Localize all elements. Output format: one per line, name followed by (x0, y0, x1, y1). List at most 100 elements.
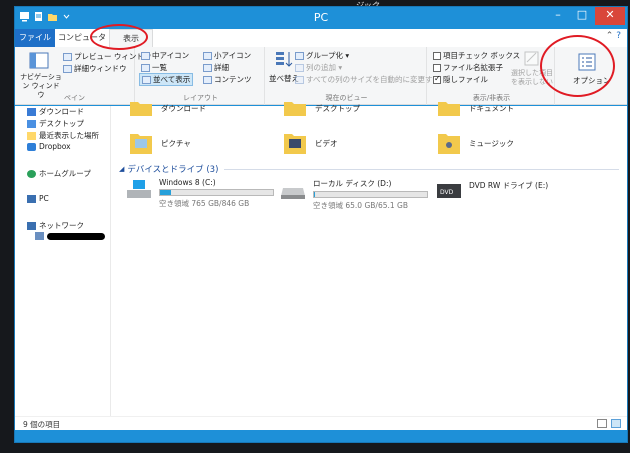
sort-by-icon[interactable] (275, 50, 293, 73)
details-pane-button[interactable]: 詳細ウィンドウ (63, 63, 127, 74)
nav-item-recent[interactable]: 最近表示した場所 (27, 130, 99, 141)
folder-icon (284, 102, 306, 116)
hidden-items-checkbox[interactable] (433, 74, 441, 84)
drive-e[interactable]: DVD DVD RW ドライブ (E:) (435, 178, 548, 202)
collapse-arrow-icon[interactable]: ◢ (119, 165, 124, 173)
hidden-items-option[interactable]: 隠しファイル (433, 74, 488, 85)
folder-label: ミュージック (469, 138, 514, 148)
folder-label: ダウンロード (161, 103, 206, 113)
nav-item-pc[interactable]: PC (27, 194, 49, 203)
tiles-label: 並べて表示 (153, 75, 191, 84)
tab-view[interactable]: 表示 (109, 29, 153, 47)
navigation-pane-icon[interactable] (29, 51, 49, 74)
file-extensions-checkbox[interactable] (433, 63, 441, 72)
group-by-button[interactable]: グループ化 ▾ (295, 50, 349, 61)
folder-desktop[interactable]: デスクトップ (283, 99, 360, 117)
desktop-icon (27, 119, 36, 128)
size-all-columns-label: すべての列のサイズを自動的に変更する (306, 75, 440, 84)
dvd-badge: DVD (440, 189, 454, 196)
tiles-button[interactable]: 並べて表示 (139, 73, 194, 86)
network-icon (27, 221, 36, 230)
add-columns-button[interactable]: 列の追加 ▾ (295, 62, 342, 73)
nav-item-label: Dropbox (39, 142, 71, 151)
folder-documents[interactable]: ドキュメント (437, 99, 514, 117)
item-checkboxes-label: 項目チェック ボックス (443, 51, 521, 60)
nav-item-network-computer[interactable] (35, 232, 105, 240)
recent-places-icon (27, 131, 36, 140)
devices-section-header[interactable]: ◢ デバイスとドライブ (3) (119, 163, 619, 175)
options-icon[interactable] (578, 53, 596, 74)
title-bar: PC – □ ✕ (15, 7, 627, 29)
content-view-label: コンテンツ (214, 75, 252, 84)
homegroup-icon (27, 169, 36, 178)
medium-icons-icon (141, 51, 150, 60)
details-view-button[interactable]: 詳細 (203, 62, 229, 73)
pictures-folder-icon (130, 134, 152, 154)
nav-item-label: 最近表示した場所 (39, 131, 99, 140)
nav-item-dropbox[interactable]: Dropbox (27, 142, 71, 151)
folder-videos[interactable]: ビデオ (283, 130, 338, 156)
tab-computer[interactable]: コンピューター (57, 29, 107, 60)
small-icons-icon (203, 51, 212, 60)
medium-icons-button[interactable]: 中アイコン (141, 50, 189, 61)
folder-pictures[interactable]: ピクチャ (129, 130, 191, 156)
folder-icon (438, 102, 460, 116)
file-extensions-label: ファイル名拡張子 (443, 63, 503, 72)
content-view-button[interactable]: コンテンツ (203, 74, 252, 85)
options-group: オプション (557, 47, 617, 105)
item-checkboxes-checkbox[interactable] (433, 51, 441, 60)
computer-icon (35, 232, 44, 240)
tiles-icon (142, 75, 151, 84)
layout-group: 中アイコン 小アイコン 一覧 詳細 並べて表示 コンテンツ レイアウト (137, 47, 265, 105)
list-label: 一覧 (152, 63, 167, 72)
options-button[interactable]: オプション (573, 75, 611, 86)
nav-item-label: ネットワーク (39, 221, 84, 230)
folder-icon (130, 102, 152, 116)
size-all-columns-button[interactable]: すべての列のサイズを自動的に変更する (295, 74, 440, 85)
drive-d[interactable]: ローカル ディスク (D:) 空き領域 65.0 GB/65.1 GB (279, 178, 428, 211)
small-icons-button[interactable]: 小アイコン (203, 50, 251, 61)
small-icons-label: 小アイコン (214, 51, 252, 60)
drive-c[interactable]: Windows 8 (C:) 空き領域 765 GB/846 GB (125, 178, 274, 209)
item-count: 9 個の項目 (23, 420, 61, 429)
hide-selected-button[interactable]: 選択した項目を表示しない (511, 69, 553, 87)
folder-label: ビデオ (315, 138, 338, 148)
item-checkboxes-option[interactable]: 項目チェック ボックス (433, 50, 520, 61)
tab-file[interactable]: ファイル (15, 29, 55, 47)
dropbox-icon (27, 142, 36, 151)
large-icons-view-icon[interactable] (611, 419, 621, 428)
hide-selected-icon[interactable] (523, 50, 541, 71)
navigation-pane: ダウンロード デスクトップ 最近表示した場所 Dropbox ホームグループ P… (15, 106, 111, 430)
maximize-button[interactable]: □ (571, 7, 593, 25)
videos-folder-icon (284, 134, 306, 154)
list-icon (141, 63, 150, 72)
show-hide-group: 項目チェック ボックス ファイル名拡張子 隠しファイル 選択した項目を表示しない… (429, 47, 555, 105)
details-pane-label: 詳細ウィンドウ (74, 64, 127, 73)
window-title: PC (313, 11, 329, 24)
close-button[interactable]: ✕ (595, 7, 625, 25)
folder-label: デスクトップ (315, 103, 360, 113)
minimize-button[interactable]: – (547, 7, 569, 25)
nav-item-homegroup[interactable]: ホームグループ (27, 168, 91, 179)
ribbon-tabs: ファイル コンピューター 表示 ⌃ ? (15, 29, 627, 60)
nav-item-desktop[interactable]: デスクトップ (27, 118, 84, 129)
help-icon[interactable]: ? (616, 31, 621, 41)
music-folder-icon (438, 134, 460, 154)
nav-item-downloads[interactable]: ダウンロード (27, 106, 84, 117)
folder-music[interactable]: ミュージック (437, 130, 514, 156)
size-columns-icon (295, 75, 304, 84)
file-extensions-option[interactable]: ファイル名拡張子 (433, 62, 503, 73)
download-icon (27, 107, 36, 116)
drive-space: 空き領域 765 GB/846 GB (159, 199, 250, 208)
expand-ribbon-icon[interactable]: ⌃ (606, 31, 614, 41)
drive-space: 空き領域 65.0 GB/65.1 GB (313, 201, 408, 210)
content-view-icon (203, 75, 212, 84)
group-by-label: グループ化 ▾ (306, 51, 350, 60)
folder-downloads[interactable]: ダウンロード (129, 99, 206, 117)
drive-name: ローカル ディスク (D:) (313, 179, 392, 188)
list-button[interactable]: 一覧 (141, 62, 167, 73)
nav-item-network[interactable]: ネットワーク (27, 220, 84, 231)
nav-item-label: ダウンロード (39, 107, 84, 116)
details-view-icon[interactable] (597, 419, 607, 428)
folder-label: ピクチャ (161, 138, 191, 148)
